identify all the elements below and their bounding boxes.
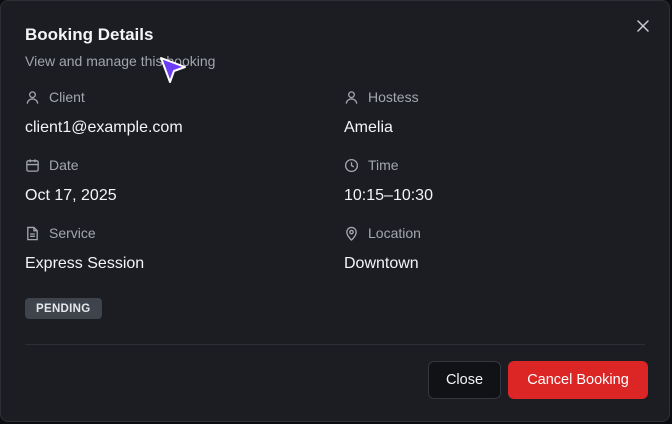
- hostess-field: Hostess Amelia: [344, 88, 419, 137]
- user-icon: [25, 90, 40, 105]
- service-value: Express Session: [25, 255, 145, 272]
- hostess-value: Amelia: [344, 119, 393, 136]
- location-value: Downtown: [344, 255, 419, 272]
- status-badge: PENDING: [25, 298, 102, 319]
- cancel-booking-button[interactable]: Cancel Booking: [508, 361, 648, 399]
- footer-divider: [25, 344, 645, 345]
- close-icon[interactable]: [633, 16, 653, 36]
- location-label: Location: [368, 225, 421, 241]
- client-value: client1@example.com: [25, 119, 183, 136]
- time-field: Time 10:15–10:30: [344, 156, 433, 205]
- user-icon: [344, 90, 359, 105]
- time-label: Time: [368, 157, 399, 173]
- date-label: Date: [49, 157, 79, 173]
- date-value: Oct 17, 2025: [25, 187, 117, 204]
- map-pin-icon: [344, 226, 359, 241]
- client-label: Client: [49, 89, 85, 105]
- location-field: Location Downtown: [344, 224, 421, 273]
- service-field: Service Express Session: [25, 224, 144, 273]
- clock-icon: [344, 158, 359, 173]
- booking-details-dialog: Booking Details View and manage this boo…: [0, 0, 670, 422]
- time-value: 10:15–10:30: [344, 187, 433, 204]
- pointer-cursor-icon: [158, 55, 188, 85]
- date-field: Date Oct 17, 2025: [25, 156, 117, 205]
- calendar-icon: [25, 158, 40, 173]
- file-text-icon: [25, 226, 40, 241]
- close-button[interactable]: Close: [428, 361, 501, 399]
- dialog-title: Booking Details: [25, 25, 154, 44]
- client-field: Client client1@example.com: [25, 88, 183, 137]
- service-label: Service: [49, 225, 96, 241]
- hostess-label: Hostess: [368, 89, 419, 105]
